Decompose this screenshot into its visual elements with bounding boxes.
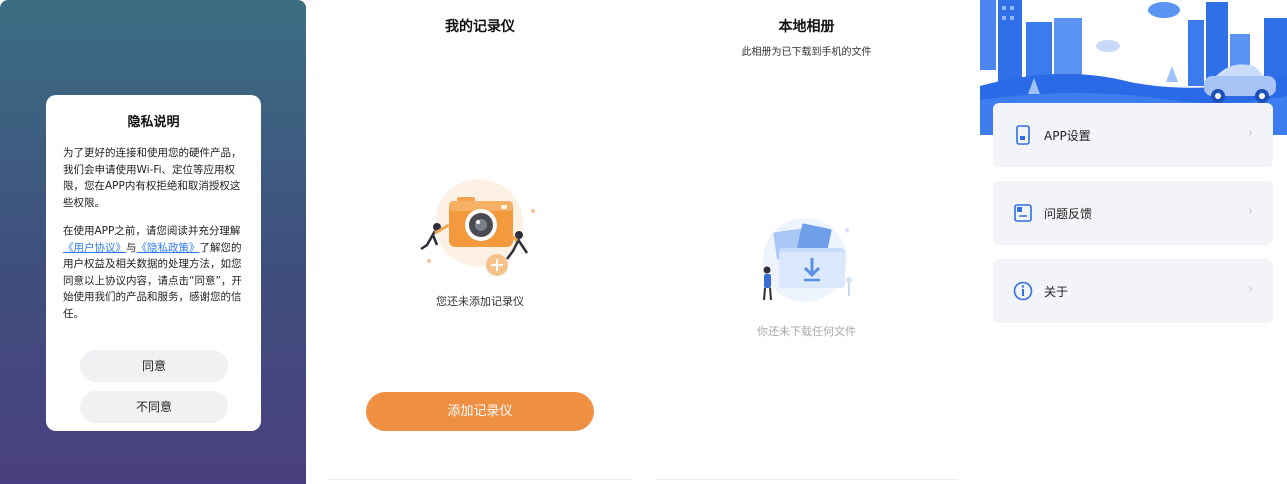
my-recorder-screen: 我的记录仪 您还未添加记录仪 添加记录仪 — [327, 0, 633, 484]
empty-state-text: 你还未下载任何文件 — [757, 325, 856, 338]
agree-button[interactable]: 同意 — [80, 350, 228, 382]
camera-illustration — [420, 179, 535, 276]
phone-settings-icon — [1016, 125, 1030, 145]
settings-item-label: 问题反馈 — [1044, 207, 1093, 221]
privacy-policy-link[interactable]: 《隐私政策》 — [137, 242, 200, 254]
privacy-permission-text: 为了更好的连接和使用您的硬件产品，我们会申请使用Wi-Fi、定位等应用权限，您在… — [63, 147, 242, 209]
privacy-agreement-text: 在使用APP之前，请您阅读并充分理解《用户协议》与《隐私政策》了解您的用户权益及… — [63, 223, 247, 322]
feedback-icon — [1014, 204, 1032, 222]
empty-state-text: 您还未添加记录仪 — [436, 295, 524, 308]
settings-item-app-settings[interactable]: APP设置 › — [993, 103, 1273, 167]
download-folder-illustration — [763, 218, 852, 302]
chevron-right-icon: › — [1247, 282, 1253, 297]
settings-item-label: APP设置 — [1044, 129, 1091, 143]
page-title: 我的记录仪 — [445, 19, 515, 35]
settings-item-feedback[interactable]: 问题反馈 › — [993, 181, 1273, 245]
user-agreement-link[interactable]: 《用户协议》 — [63, 242, 126, 254]
divider — [655, 479, 958, 480]
privacy-dialog: 隐私说明 为了更好的连接和使用您的硬件产品，我们会申请使用Wi-Fi、定位等应用… — [46, 95, 261, 431]
settings-item-about[interactable]: 关于 › — [993, 259, 1273, 323]
privacy-screen: 隐私说明 为了更好的连接和使用您的硬件产品，我们会申请使用Wi-Fi、定位等应用… — [0, 0, 306, 484]
divider — [327, 479, 633, 480]
chevron-right-icon: › — [1247, 204, 1253, 219]
privacy-text-intro: 在使用APP之前，请您阅读并充分理解 — [63, 225, 241, 237]
privacy-dialog-title: 隐私说明 — [127, 115, 180, 130]
settings-screen: APP设置 › 问题反馈 › 关于 › — [980, 0, 1287, 484]
settings-item-label: 关于 — [1044, 285, 1069, 299]
disagree-button[interactable]: 不同意 — [80, 391, 228, 423]
info-icon — [1013, 281, 1033, 301]
privacy-text-and: 与 — [126, 241, 137, 254]
local-album-screen: 本地相册 此相册为已下载到手机的文件 你还未下载任何文件 — [655, 0, 958, 484]
page-subtitle: 此相册为已下载到手机的文件 — [741, 47, 872, 58]
chevron-right-icon: › — [1247, 126, 1253, 141]
add-recorder-button[interactable]: 添加记录仪 — [366, 392, 594, 431]
page-title: 本地相册 — [778, 19, 835, 35]
